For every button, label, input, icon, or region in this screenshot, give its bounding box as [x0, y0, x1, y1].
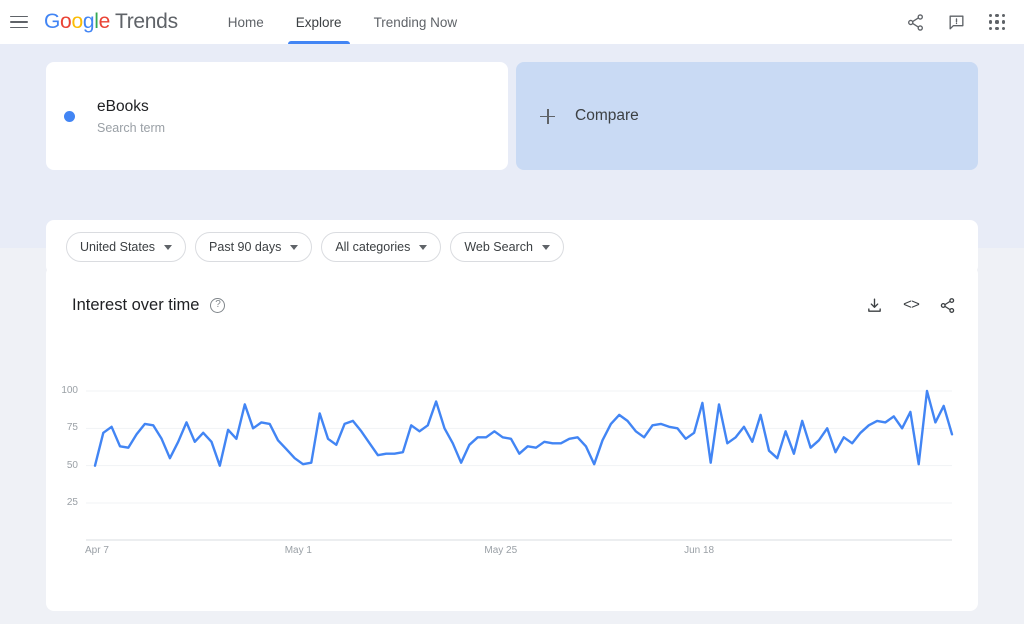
chevron-down-icon: [164, 244, 173, 250]
x-axis-tick: Jun 18: [684, 545, 715, 556]
app-header: Google Trends Home Explore Trending Now: [0, 0, 1024, 44]
compare-label: Compare: [575, 107, 639, 124]
chevron-down-icon: [290, 244, 299, 250]
nav-tab-trending-now[interactable]: Trending Now: [358, 0, 474, 44]
main-nav: Home Explore Trending Now: [212, 0, 473, 44]
series-color-dot: [64, 110, 75, 122]
category-filter[interactable]: All categories: [321, 232, 442, 262]
category-filter-label: All categories: [335, 240, 411, 254]
y-axis-tick: 100: [61, 385, 78, 396]
compare-card[interactable]: Compare: [516, 62, 978, 170]
y-axis-tick: 25: [66, 497, 78, 508]
google-apps-icon[interactable]: [988, 13, 1006, 31]
location-filter[interactable]: United States: [66, 232, 187, 262]
location-filter-label: United States: [80, 240, 156, 254]
y-axis-tick: 50: [66, 459, 78, 471]
trends-wordmark: Trends: [114, 10, 178, 33]
nav-tab-home[interactable]: Home: [212, 0, 280, 44]
chevron-down-icon: [541, 244, 550, 250]
nav-tab-explore[interactable]: Explore: [280, 0, 358, 44]
google-wordmark: Google: [44, 10, 110, 33]
y-axis-tick: 75: [66, 422, 78, 434]
time-range-filter-label: Past 90 days: [209, 240, 282, 254]
chevron-down-icon: [419, 244, 428, 250]
google-trends-logo[interactable]: Google Trends: [44, 10, 178, 34]
share-icon[interactable]: [906, 13, 925, 32]
x-axis-tick: May 25: [484, 545, 518, 556]
interest-over-time-chart[interactable]: [46, 266, 978, 611]
time-range-filter[interactable]: Past 90 days: [195, 232, 313, 262]
interest-over-time-card: Interest over time ? <> 100 75 50 25 Apr 7 Ma…: [46, 266, 978, 611]
query-cards-row: eBooks Search term Compare: [46, 62, 978, 170]
search-term-card[interactable]: eBooks Search term: [46, 62, 508, 170]
search-term-type: Search term: [97, 120, 166, 135]
hamburger-icon[interactable]: [10, 11, 32, 33]
feedback-icon[interactable]: [947, 13, 966, 32]
x-axis-tick: Apr 7: [85, 545, 109, 556]
search-type-filter-label: Web Search: [464, 240, 533, 254]
header-actions: [906, 13, 1024, 32]
x-axis-tick: May 1: [284, 545, 312, 556]
search-term-value: eBooks: [97, 97, 149, 115]
query-band: eBooks Search term Compare United States…: [0, 44, 1024, 274]
plus-icon: [540, 108, 555, 124]
search-type-filter[interactable]: Web Search: [450, 232, 564, 262]
